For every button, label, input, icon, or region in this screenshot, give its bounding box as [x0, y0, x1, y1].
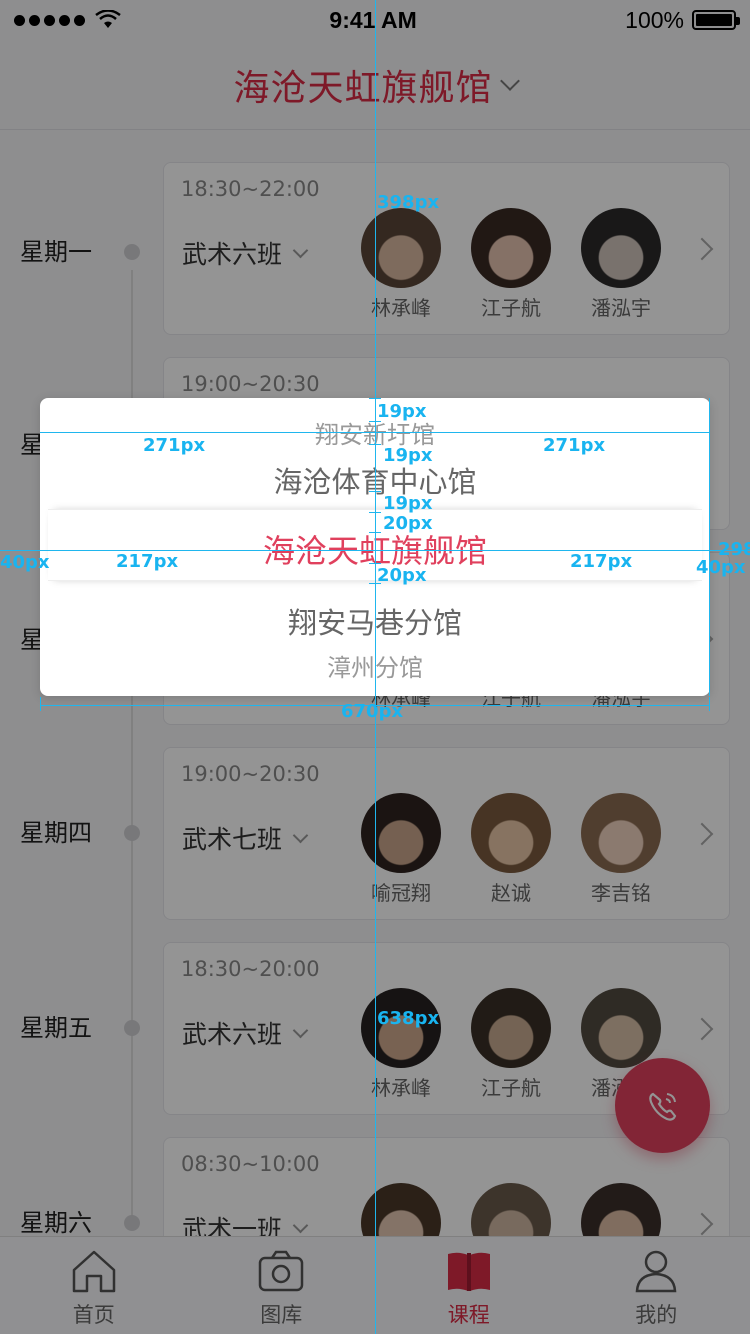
- measure-label: 40px: [696, 557, 746, 578]
- measure-label: 217px: [116, 551, 179, 572]
- measure-label: 40px: [0, 552, 50, 573]
- measure-label: 217px: [570, 551, 633, 572]
- measure-label: 638px: [377, 1008, 440, 1029]
- measure-label: 19px: [377, 401, 427, 422]
- measure-label: 20px: [383, 513, 433, 534]
- measure-label: 271px: [143, 435, 206, 456]
- measure-label: 19px: [383, 445, 433, 466]
- measure-label: 20px: [377, 565, 427, 586]
- measure-label: 670px: [341, 701, 404, 722]
- measure-label: 271px: [543, 435, 606, 456]
- measure-label: 398px: [377, 192, 440, 213]
- measure-label: 19px: [383, 493, 433, 514]
